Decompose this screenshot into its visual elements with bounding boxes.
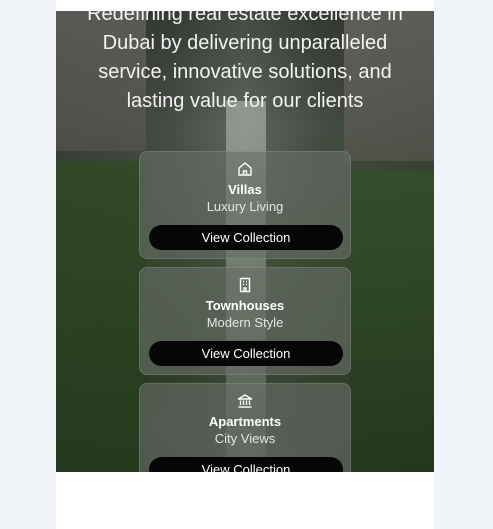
card-title: Townhouses (205, 298, 285, 313)
collection-card-villas: Villas Luxury Living View Collection (139, 151, 351, 259)
card-title: Apartments (208, 414, 282, 429)
collection-card-townhouses: Townhouses Modern Style View Collection (139, 267, 351, 375)
page-frame: Redefining real estate excellence in Dub… (56, 0, 434, 529)
hero-trees-left (56, 161, 146, 472)
hero-section: Redefining real estate excellence in Dub… (56, 11, 434, 472)
home-icon (236, 160, 254, 178)
hero-tagline: Redefining real estate excellence in Dub… (87, 11, 403, 112)
collection-card-apartments: Apartments City Views View Collection (139, 383, 351, 472)
card-title: Villas (228, 182, 262, 197)
view-collection-button-villas[interactable]: View Collection (149, 225, 343, 250)
view-collection-button-apartments[interactable]: View Collection (149, 457, 343, 472)
bank-icon (236, 392, 254, 410)
building-icon (236, 276, 254, 294)
view-collection-button-townhouses[interactable]: View Collection (149, 341, 343, 366)
hero-trees-right (349, 171, 434, 472)
card-subtitle: City Views (214, 431, 276, 446)
card-subtitle: Modern Style (206, 315, 284, 330)
card-subtitle: Luxury Living (206, 199, 284, 214)
